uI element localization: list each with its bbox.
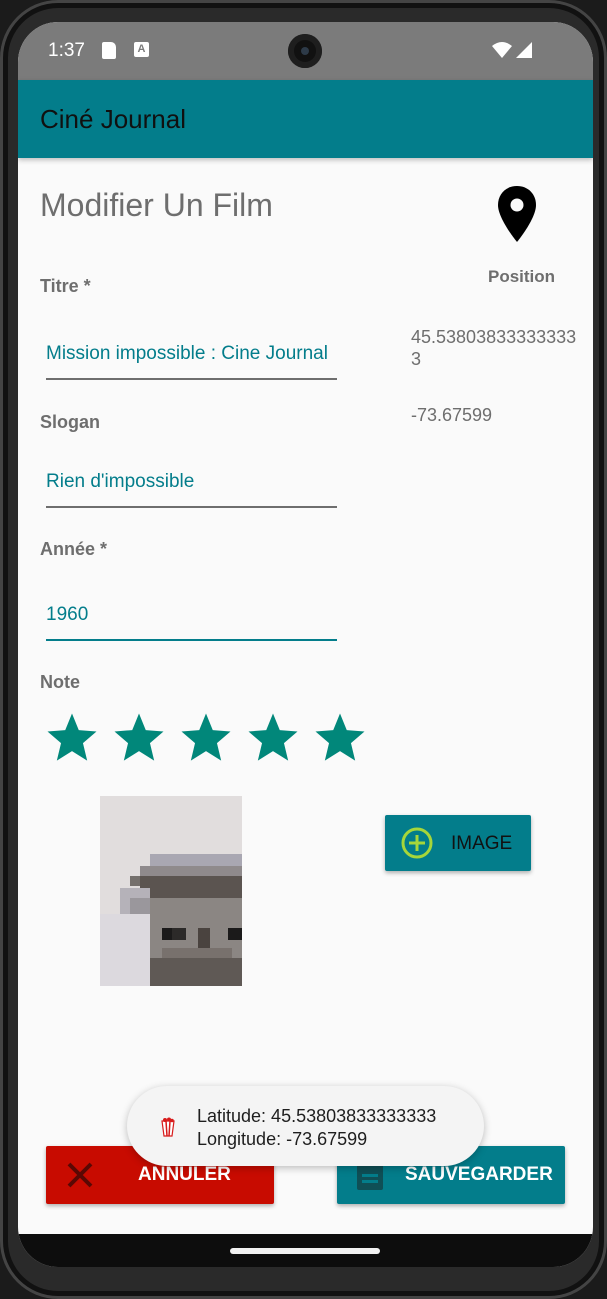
movie-poster-image (100, 796, 242, 986)
title-input[interactable] (46, 336, 337, 380)
popcorn-app-icon (161, 1117, 175, 1137)
image-button-label: IMAGE (451, 833, 513, 854)
phone-frame: 1:37 A Ciné Journal Modifier Un Film Pos… (0, 0, 607, 1299)
navigation-bar (18, 1234, 593, 1267)
home-gesture-handle[interactable] (230, 1248, 380, 1254)
latitude-value: 45.538038333333333 (411, 327, 577, 369)
status-time: 1:37 (48, 40, 85, 61)
screen: 1:37 A Ciné Journal Modifier Un Film Pos… (18, 22, 593, 1267)
add-image-button[interactable]: IMAGE (385, 815, 531, 871)
star-icon[interactable] (111, 710, 167, 766)
toast-longitude: Longitude: -73.67599 (197, 1129, 368, 1149)
location-toast: Latitude: 45.53803833333333 Longitude: -… (127, 1086, 484, 1166)
year-input[interactable] (46, 597, 337, 641)
location-pin-icon[interactable] (496, 184, 538, 244)
position-label: Position (488, 267, 556, 286)
sd-card-icon (102, 42, 116, 59)
slogan-input[interactable] (46, 464, 337, 508)
rating-bar[interactable] (44, 710, 368, 766)
status-bar: 1:37 A (18, 22, 593, 80)
wifi-icon (492, 42, 512, 58)
cancel-button-label: ANNULER (138, 1164, 231, 1185)
title-label: Titre * (40, 276, 91, 296)
add-circle-icon (401, 827, 433, 859)
a-notification-icon: A (134, 42, 149, 57)
star-icon[interactable] (245, 710, 301, 766)
star-icon[interactable] (312, 710, 368, 766)
save-button-label: SAUVEGARDER (405, 1164, 553, 1185)
star-icon[interactable] (44, 710, 100, 766)
app-bar: Ciné Journal (18, 80, 593, 158)
star-icon[interactable] (178, 710, 234, 766)
slogan-label: Slogan (40, 412, 101, 432)
close-icon (67, 1162, 93, 1188)
page-title: Modifier Un Film (40, 187, 273, 223)
front-camera (288, 34, 322, 68)
longitude-value: -73.67599 (411, 405, 493, 425)
rating-label: Note (40, 672, 80, 692)
year-label: Année * (40, 539, 108, 559)
toast-latitude: Latitude: 45.53803833333333 (197, 1106, 437, 1126)
app-title: Ciné Journal (40, 104, 186, 134)
signal-icon (516, 42, 532, 58)
